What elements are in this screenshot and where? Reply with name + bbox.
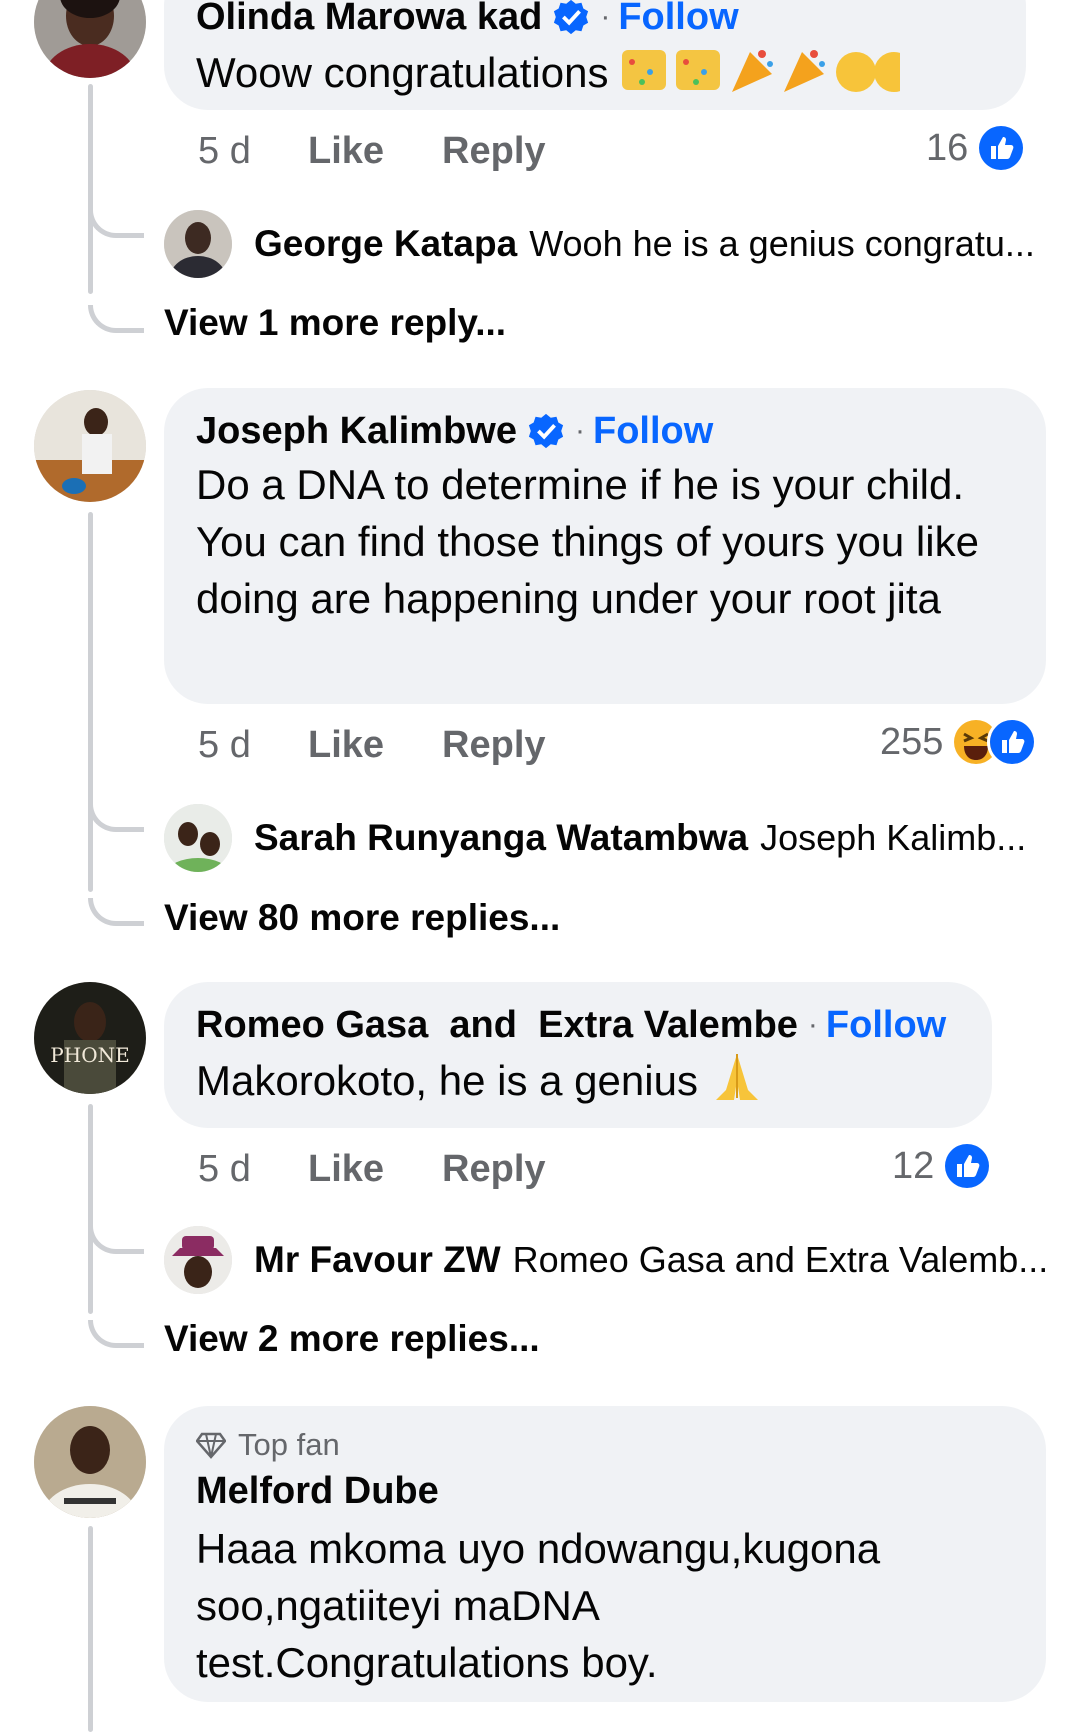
- reaction-summary[interactable]: 16: [926, 122, 1027, 174]
- follow-button[interactable]: Follow: [593, 410, 713, 453]
- comment-author[interactable]: Melford Dube: [196, 1470, 439, 1513]
- comment-text: Haaa mkoma uyo ndowangu,kugona soo,ngati…: [196, 1525, 881, 1686]
- separator-dot: ·: [807, 1008, 818, 1041]
- follow-button[interactable]: Follow: [826, 1004, 946, 1047]
- like-button[interactable]: Like: [308, 130, 384, 173]
- thread-line: [88, 84, 93, 294]
- comment-text: Makorokoto, he is a genius: [196, 1057, 698, 1105]
- reply-author: George Katapa: [254, 223, 518, 264]
- like-reaction-icon: [987, 717, 1038, 767]
- clapping-hands-icon: [836, 52, 877, 92]
- comment-bubble[interactable]: Olinda Marowa kad · Follow Woow congratu…: [164, 0, 1026, 110]
- reply-text: Joseph Kalimb...: [760, 817, 1027, 858]
- comment-bubble[interactable]: Romeo Gasa and Extra Valembe · Follow Ma…: [164, 982, 992, 1128]
- comment-time: 5 d: [198, 1147, 251, 1190]
- separator-dot: ·: [574, 414, 585, 447]
- comment-text: Woow congratulations: [196, 49, 609, 97]
- thread-branch: [88, 1226, 144, 1254]
- comment-actions: 5 d Like Reply: [198, 722, 546, 768]
- like-button[interactable]: Like: [308, 1148, 384, 1191]
- thread-branch: [88, 305, 144, 333]
- reply-preview[interactable]: Mr Favour ZW Romeo Gasa and Extra Valemb…: [164, 1226, 1048, 1294]
- view-more-replies[interactable]: View 2 more replies...: [164, 1318, 540, 1360]
- svg-text:PHONE: PHONE: [50, 1043, 129, 1067]
- avatar-melford[interactable]: [34, 1406, 146, 1518]
- top-fan-badge: Top fan: [196, 1424, 1014, 1466]
- reaction-count: 255: [880, 720, 944, 763]
- reply-preview[interactable]: George Katapa Wooh he is a genius congra…: [164, 210, 1035, 278]
- thread-branch: [88, 1320, 144, 1348]
- thread-line: [88, 512, 93, 892]
- comment-bubble[interactable]: Top fan Melford Dube Haaa mkoma uyo ndow…: [164, 1406, 1046, 1702]
- comment-author[interactable]: Olinda Marowa kad: [196, 0, 542, 39]
- reaction-summary[interactable]: 12: [892, 1140, 993, 1192]
- like-button[interactable]: Like: [308, 724, 384, 767]
- comment-time: 5 d: [198, 723, 251, 766]
- reply-button[interactable]: Reply: [442, 1148, 545, 1191]
- reply-author: Sarah Runyanga Watambwa: [254, 817, 749, 858]
- comment-actions: 5 d Like Reply: [198, 1146, 546, 1192]
- view-more-replies[interactable]: View 80 more replies...: [164, 897, 560, 939]
- reply-text: Romeo Gasa and Extra Valemb...: [512, 1239, 1049, 1280]
- avatar-sarah: [164, 804, 232, 872]
- comment-time: 5 d: [198, 129, 251, 172]
- reaction-summary[interactable]: 255: [880, 716, 1038, 768]
- avatar-george: [164, 210, 232, 278]
- thread-branch: [88, 210, 144, 238]
- avatar-olinda[interactable]: [34, 0, 146, 78]
- thread-branch: [88, 898, 144, 926]
- party-popper-icon: [732, 50, 774, 92]
- reply-button[interactable]: Reply: [442, 724, 545, 767]
- comment-author[interactable]: Romeo Gasa and Extra Valembe: [196, 1004, 798, 1047]
- top-fan-label: Top fan: [238, 1427, 340, 1462]
- reply-text: Wooh he is a genius congratu...: [529, 223, 1035, 264]
- comment-author[interactable]: Joseph Kalimbwe: [196, 410, 517, 453]
- verified-badge-icon: [527, 412, 565, 450]
- confetti-icon: [620, 42, 915, 110]
- thread-line: [88, 1526, 93, 1732]
- separator-dot: ·: [600, 0, 611, 33]
- avatar-joseph[interactable]: [34, 390, 146, 502]
- reply-preview[interactable]: Sarah Runyanga Watambwa Joseph Kalimb...: [164, 804, 1026, 872]
- reaction-count: 16: [926, 126, 969, 169]
- view-more-replies[interactable]: View 1 more reply...: [164, 302, 506, 344]
- thread-line: [88, 1104, 93, 1314]
- reaction-count: 12: [892, 1144, 935, 1187]
- reply-author: Mr Favour ZW: [254, 1239, 501, 1280]
- comment-bubble[interactable]: Joseph Kalimbwe · Follow Do a DNA to det…: [164, 388, 1046, 704]
- comment-text: Do a DNA to determine if he is your chil…: [196, 461, 979, 622]
- thread-branch: [88, 804, 144, 832]
- folded-hands-icon: [710, 1050, 764, 1118]
- verified-badge-icon: [552, 0, 590, 36]
- like-reaction-icon: [942, 1141, 993, 1191]
- avatar-romeo[interactable]: PHONE: [34, 982, 146, 1094]
- follow-button[interactable]: Follow: [618, 0, 738, 39]
- reply-button[interactable]: Reply: [442, 130, 545, 173]
- top-fan-diamond-icon: [196, 1432, 226, 1459]
- like-reaction-icon: [976, 123, 1027, 173]
- avatar-mr-favour: [164, 1226, 232, 1294]
- comment-actions: 5 d Like Reply: [198, 128, 546, 174]
